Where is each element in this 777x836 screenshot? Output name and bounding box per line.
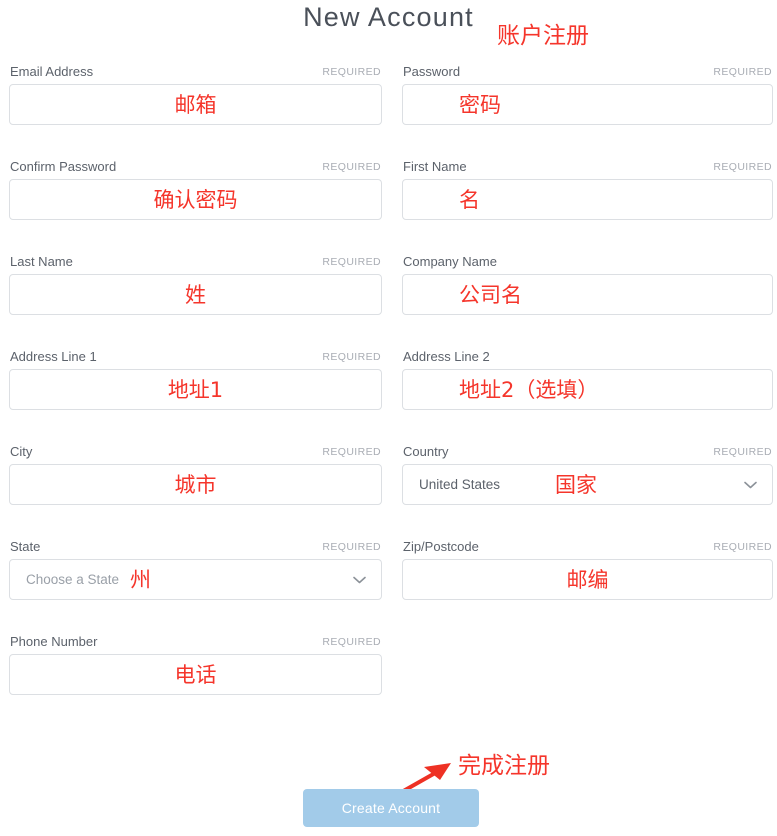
create-account-button[interactable]: Create Account: [303, 789, 479, 827]
field-label-first-name: First Name: [403, 159, 467, 174]
input-zip-postcode[interactable]: 邮编: [402, 559, 773, 600]
new-account-form: Email Address REQUIRED 邮箱 Password REQUIRED 密…: [0, 62, 777, 727]
annotation-email-address: 邮箱: [174, 93, 217, 117]
select-state[interactable]: Choose a State 州: [9, 559, 382, 600]
required-tag-first-name: REQUIRED: [713, 161, 772, 173]
form-row: State REQUIRED Choose a State 州 Zip/Postcode…: [0, 537, 777, 632]
field-zip-postcode: Zip/Postcode REQUIRED 邮编: [402, 537, 773, 600]
field-head-phone-number: Phone Number REQUIRED: [9, 632, 382, 654]
field-address-line-1: Address Line 1 REQUIRED 地址1: [9, 347, 382, 410]
input-last-name[interactable]: 姓: [9, 274, 382, 315]
field-state: State REQUIRED Choose a State 州: [9, 537, 382, 600]
required-tag-confirm-password: REQUIRED: [322, 161, 381, 173]
field-country: Country REQUIRED United States 国家: [402, 442, 773, 505]
field-head-address-line-1: Address Line 1 REQUIRED: [9, 347, 382, 369]
select-value-country: United States: [419, 477, 501, 492]
form-row: Address Line 1 REQUIRED 地址1 Address Line 2 地…: [0, 347, 777, 442]
annotation-confirm-password: 确认密码: [153, 188, 238, 212]
annotation-country: 国家: [555, 473, 597, 497]
field-email-address: Email Address REQUIRED 邮箱: [9, 62, 382, 125]
field-head-company-name: Company Name: [402, 252, 773, 274]
input-first-name[interactable]: 名: [402, 179, 773, 220]
field-head-country: Country REQUIRED: [402, 442, 773, 464]
form-row: Phone Number REQUIRED 电话: [0, 632, 777, 727]
annotation-company-name: 公司名: [459, 283, 522, 307]
annotation-state: 州: [130, 568, 151, 592]
field-label-confirm-password: Confirm Password: [10, 159, 117, 174]
field-label-password: Password: [403, 64, 461, 79]
field-company-name: Company Name 公司名: [402, 252, 773, 315]
required-tag-address-line-1: REQUIRED: [322, 351, 381, 363]
required-tag-zip-postcode: REQUIRED: [713, 541, 772, 553]
input-confirm-password[interactable]: 确认密码: [9, 179, 382, 220]
required-tag-phone-number: REQUIRED: [322, 636, 381, 648]
field-phone-number: Phone Number REQUIRED 电话: [9, 632, 382, 695]
annotation-address-line-1: 地址1: [167, 378, 224, 402]
form-footer: 完成注册 Create Account: [0, 740, 777, 836]
annotation-last-name: 姓: [185, 283, 206, 307]
required-tag-city: REQUIRED: [322, 446, 381, 458]
annotation-password: 密码: [459, 93, 501, 117]
chevron-down-icon: [353, 576, 366, 584]
field-head-city: City REQUIRED: [9, 442, 382, 464]
required-tag-email-address: REQUIRED: [322, 66, 381, 78]
field-confirm-password: Confirm Password REQUIRED 确认密码: [9, 157, 382, 220]
form-row: Confirm Password REQUIRED 确认密码 First Name RE…: [0, 157, 777, 252]
select-value-state: Choose a State: [26, 572, 120, 587]
field-label-address-line-2: Address Line 2: [403, 349, 490, 364]
annotation-zip-postcode: 邮编: [566, 568, 609, 592]
field-head-zip-postcode: Zip/Postcode REQUIRED: [402, 537, 773, 559]
input-phone-number[interactable]: 电话: [9, 654, 382, 695]
field-label-last-name: Last Name: [10, 254, 73, 269]
required-tag-password: REQUIRED: [713, 66, 772, 78]
field-label-phone-number: Phone Number: [10, 634, 98, 649]
submit-annotation: 完成注册: [458, 753, 550, 779]
annotation-phone-number: 电话: [174, 663, 217, 687]
required-tag-state: REQUIRED: [322, 541, 381, 553]
chevron-down-icon: [744, 481, 757, 489]
field-head-confirm-password: Confirm Password REQUIRED: [9, 157, 382, 179]
input-password[interactable]: 密码: [402, 84, 773, 125]
field-head-first-name: First Name REQUIRED: [402, 157, 773, 179]
field-password: Password REQUIRED 密码: [402, 62, 773, 125]
form-row: Email Address REQUIRED 邮箱 Password REQUIRED 密…: [0, 62, 777, 157]
field-label-company-name: Company Name: [403, 254, 497, 269]
input-city[interactable]: 城市: [9, 464, 382, 505]
annotation-address-line-2: 地址2（选填）: [459, 378, 599, 402]
field-head-address-line-2: Address Line 2: [402, 347, 773, 369]
field-label-email-address: Email Address: [10, 64, 94, 79]
field-head-last-name: Last Name REQUIRED: [9, 252, 382, 274]
input-address-line-2[interactable]: 地址2（选填）: [402, 369, 773, 410]
form-row: Last Name REQUIRED 姓 Company Name 公司名: [0, 252, 777, 347]
required-tag-last-name: REQUIRED: [322, 256, 381, 268]
field-city: City REQUIRED 城市: [9, 442, 382, 505]
input-company-name[interactable]: 公司名: [402, 274, 773, 315]
input-email-address[interactable]: 邮箱: [9, 84, 382, 125]
field-label-address-line-1: Address Line 1: [10, 349, 97, 364]
field-first-name: First Name REQUIRED 名: [402, 157, 773, 220]
field-label-city: City: [10, 444, 33, 459]
required-tag-country: REQUIRED: [713, 446, 772, 458]
form-row: City REQUIRED 城市 Country REQUIRED United Stat…: [0, 442, 777, 537]
field-address-line-2: Address Line 2 地址2（选填）: [402, 347, 773, 410]
field-head-email-address: Email Address REQUIRED: [9, 62, 382, 84]
field-label-country: Country: [403, 444, 449, 459]
field-last-name: Last Name REQUIRED 姓: [9, 252, 382, 315]
field-head-state: State REQUIRED: [9, 537, 382, 559]
field-head-password: Password REQUIRED: [402, 62, 773, 84]
field-label-state: State: [10, 539, 41, 554]
annotation-city: 城市: [174, 473, 217, 497]
page-title-annotation: 账户注册: [497, 23, 589, 49]
page-header: New Account 账户注册: [0, 0, 777, 62]
annotation-first-name: 名: [459, 188, 480, 212]
input-address-line-1[interactable]: 地址1: [9, 369, 382, 410]
select-country[interactable]: United States 国家: [402, 464, 773, 505]
field-label-zip-postcode: Zip/Postcode: [403, 539, 479, 554]
page-title: New Account: [303, 2, 474, 32]
